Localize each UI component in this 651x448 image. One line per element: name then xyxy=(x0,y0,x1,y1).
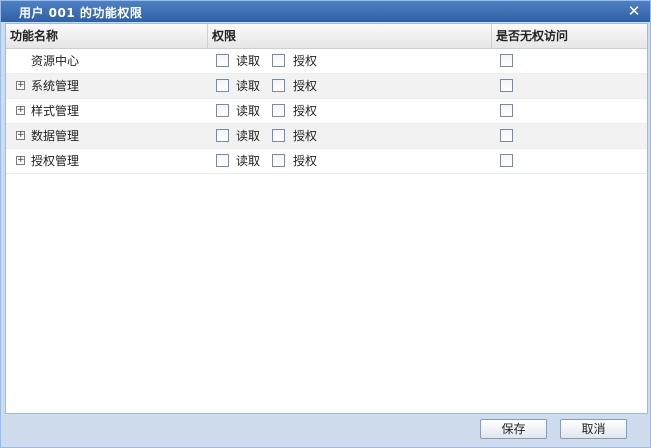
no-access-checkbox[interactable] xyxy=(500,154,513,167)
grid-rows: 资源中心 读取 授权 + 系统管理 读取 授权 + 样式管理 读取 授权 + 数… xyxy=(6,49,647,174)
expand-icon[interactable]: + xyxy=(16,81,25,90)
save-button[interactable]: 保存 xyxy=(480,419,547,439)
expand-icon[interactable]: + xyxy=(16,156,25,165)
grid-header: 功能名称 权限 是否无权访问 xyxy=(6,24,647,49)
table-row: + 系统管理 读取 授权 xyxy=(6,74,647,99)
grant-checkbox[interactable] xyxy=(272,79,285,92)
function-name: 授权管理 xyxy=(31,154,80,168)
grant-checkbox[interactable] xyxy=(272,154,285,167)
permissions-dialog: 用户 001 的功能权限 ✕ 功能名称 权限 是否无权访问 资源中心 读取 授权… xyxy=(0,0,651,448)
dialog-titlebar[interactable]: 用户 001 的功能权限 ✕ xyxy=(1,1,650,22)
no-access-checkbox[interactable] xyxy=(500,79,513,92)
read-checkbox[interactable] xyxy=(216,79,229,92)
column-header-permission[interactable]: 权限 xyxy=(208,24,492,48)
function-name: 样式管理 xyxy=(31,104,80,118)
grant-label: 授权 xyxy=(293,129,318,143)
dialog-footer: 保存 取消 xyxy=(5,415,648,445)
grant-checkbox[interactable] xyxy=(272,54,285,67)
grant-checkbox[interactable] xyxy=(272,104,285,117)
grant-label: 授权 xyxy=(293,79,318,93)
no-access-checkbox[interactable] xyxy=(500,54,513,67)
read-label: 读取 xyxy=(236,54,261,68)
function-name: 数据管理 xyxy=(31,129,80,143)
grant-checkbox[interactable] xyxy=(272,129,285,142)
dialog-title: 用户 001 的功能权限 xyxy=(19,6,143,20)
table-row: + 授权管理 读取 授权 xyxy=(6,149,647,174)
cancel-button[interactable]: 取消 xyxy=(560,419,627,439)
expand-icon[interactable]: + xyxy=(16,131,25,140)
grant-label: 授权 xyxy=(293,54,318,68)
function-name: 资源中心 xyxy=(31,54,80,68)
read-label: 读取 xyxy=(236,154,261,168)
expand-icon[interactable]: + xyxy=(16,106,25,115)
read-checkbox[interactable] xyxy=(216,154,229,167)
close-icon[interactable]: ✕ xyxy=(627,2,641,20)
no-access-checkbox[interactable] xyxy=(500,129,513,142)
read-checkbox[interactable] xyxy=(216,54,229,67)
read-label: 读取 xyxy=(236,129,261,143)
grant-label: 授权 xyxy=(293,104,318,118)
table-row: + 样式管理 读取 授权 xyxy=(6,99,647,124)
column-header-no-access[interactable]: 是否无权访问 xyxy=(492,24,647,48)
read-checkbox[interactable] xyxy=(216,104,229,117)
column-header-function-name[interactable]: 功能名称 xyxy=(6,24,208,48)
read-label: 读取 xyxy=(236,104,261,118)
grant-label: 授权 xyxy=(293,154,318,168)
read-label: 读取 xyxy=(236,79,261,93)
table-row: + 数据管理 读取 授权 xyxy=(6,124,647,149)
no-access-checkbox[interactable] xyxy=(500,104,513,117)
permissions-grid: 功能名称 权限 是否无权访问 资源中心 读取 授权 + 系统管理 读取 授权 +… xyxy=(5,23,648,414)
table-row: 资源中心 读取 授权 xyxy=(6,49,647,74)
read-checkbox[interactable] xyxy=(216,129,229,142)
function-name: 系统管理 xyxy=(31,79,80,93)
